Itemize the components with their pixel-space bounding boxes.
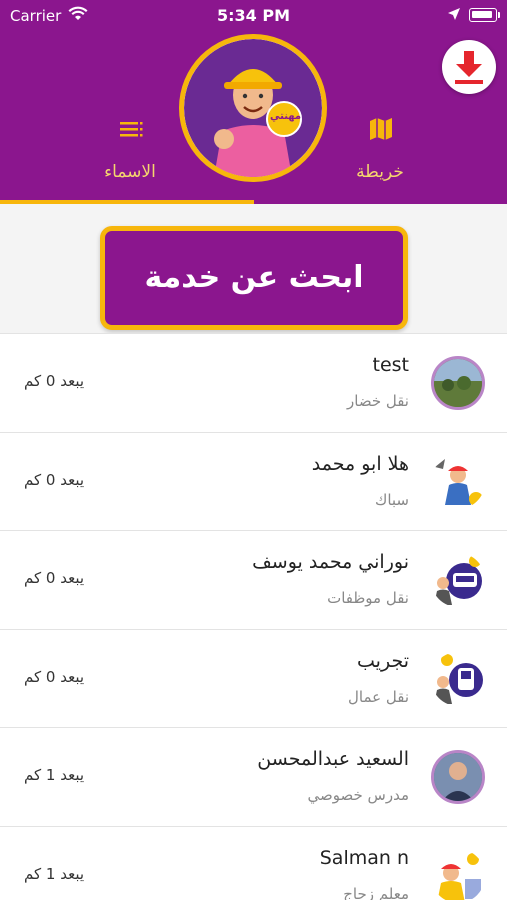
- tab-map[interactable]: خريطة: [300, 112, 460, 202]
- provider-name: Salman n: [319, 846, 409, 869]
- download-icon: [455, 51, 483, 84]
- logo-text: مهنتي: [270, 111, 302, 122]
- list-item[interactable]: نوراني محمد يوسف نقل موظفات يبعد 0 كم: [0, 530, 507, 629]
- location-arrow-icon: [448, 8, 460, 20]
- provider-name: نوراني محمد يوسف: [252, 551, 409, 573]
- active-tab-indicator: [0, 200, 254, 204]
- battery-icon: [469, 8, 497, 22]
- provider-name: test: [372, 354, 410, 376]
- providers-list: test نقل خضار يبعد 0 كم هلا ابو محمد سبا…: [0, 333, 507, 900]
- list-item[interactable]: السعيد عبدالمحسن مدرس خصوصي يبعد 1 كم: [0, 727, 507, 826]
- list-item[interactable]: هلا ابو محمد سباك يبعد 0 كم: [0, 431, 507, 530]
- provider-service: معلم زجاج: [343, 884, 409, 900]
- provider-distance: يبعد 0 كم: [24, 372, 85, 390]
- provider-service: نقل عمال: [348, 687, 409, 706]
- avatar: [431, 356, 485, 410]
- bus-driver-icon: [431, 553, 485, 607]
- download-button[interactable]: [442, 40, 496, 94]
- search-service-button[interactable]: ابحث عن خدمة: [100, 226, 408, 330]
- provider-distance: يبعد 0 كم: [24, 470, 85, 489]
- provider-service: نقل خضار: [347, 392, 409, 410]
- provider-service: نقل موظفات: [327, 589, 409, 607]
- list-item[interactable]: Salman n معلم زجاج يبعد 1 كم: [0, 825, 507, 900]
- tab-names[interactable]: الاسماء: [50, 112, 210, 202]
- list-item[interactable]: تجريب نقل عمال يبعد 0 كم: [0, 628, 507, 727]
- provider-name: هلا ابو محمد: [311, 452, 409, 475]
- app-header: Carrier 5:34 PM مهنتي الاسماء خريطة: [0, 0, 507, 204]
- list-icon: [120, 122, 143, 137]
- battery-tip: [498, 12, 500, 18]
- provider-distance: يبعد 1 كم: [24, 864, 85, 883]
- avatar: [431, 750, 485, 804]
- worker-icon: [431, 849, 485, 900]
- plumber-icon: [431, 455, 485, 509]
- bus-driver-icon: [431, 652, 485, 706]
- provider-service: سباك: [374, 490, 409, 509]
- provider-distance: يبعد 1 كم: [24, 766, 85, 784]
- provider-name: تجريب: [357, 649, 409, 672]
- provider-distance: يبعد 0 كم: [24, 569, 85, 587]
- tab-names-label: الاسماء: [104, 162, 156, 182]
- clock: 5:34 PM: [216, 6, 290, 25]
- provider-distance: يبعد 0 كم: [24, 667, 85, 686]
- provider-name: السعيد عبدالمحسن: [257, 748, 409, 770]
- status-bar: Carrier 5:34 PM: [0, 0, 507, 32]
- map-icon: [370, 118, 392, 140]
- provider-service: مدرس خصوصي: [307, 786, 410, 804]
- list-item[interactable]: test نقل خضار يبعد 0 كم: [0, 333, 507, 432]
- tab-map-label: خريطة: [356, 162, 404, 182]
